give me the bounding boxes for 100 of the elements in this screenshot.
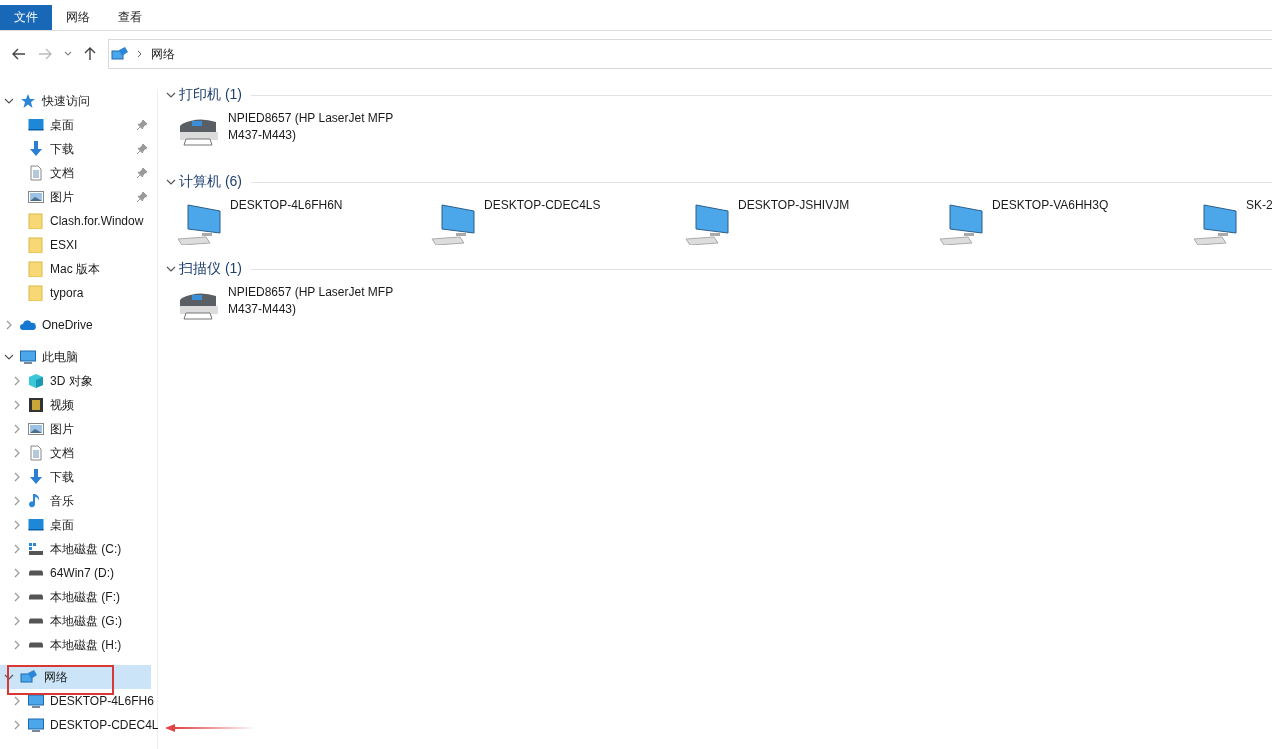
ribbon-tab[interactable]: 查看: [104, 5, 156, 30]
nav-item-label: 图片: [50, 420, 74, 438]
chevron-right-icon[interactable]: [12, 720, 22, 730]
monitor-icon: [28, 693, 44, 709]
chevron-right-icon[interactable]: [12, 448, 22, 458]
drive-icon: [28, 570, 44, 576]
network-device[interactable]: NPIED8657 (HP LaserJet MFP M437-M443): [176, 110, 430, 165]
chevron-down-icon[interactable]: [4, 672, 14, 682]
nav-item[interactable]: 桌面: [0, 113, 151, 137]
network-device[interactable]: DESKTOP-CDEC4LS: [430, 197, 684, 252]
up-arrow-icon[interactable]: [84, 47, 96, 61]
chevron-down-icon[interactable]: [166, 177, 176, 187]
computer-icon: [176, 203, 222, 245]
nav-item[interactable]: 下载: [0, 137, 151, 161]
nav-item[interactable]: 视频: [0, 393, 151, 417]
chevron-right-icon[interactable]: [12, 520, 22, 530]
nav-item[interactable]: 快速访问: [0, 89, 151, 113]
chevron-right-icon[interactable]: [12, 544, 22, 554]
network-device[interactable]: SK-2: [1192, 197, 1272, 252]
drive-icon: [28, 618, 44, 624]
nav-item[interactable]: 本地磁盘 (G:): [0, 609, 151, 633]
chevron-right-icon[interactable]: [12, 592, 22, 602]
computer-icon: [1192, 203, 1238, 245]
nav-item[interactable]: 图片: [0, 185, 151, 209]
nav-item[interactable]: 音乐: [0, 489, 151, 513]
cloud-icon: [20, 317, 36, 333]
chevron-right-icon[interactable]: [12, 640, 22, 650]
nav-item[interactable]: 文档: [0, 441, 151, 465]
nav-item-label: Mac 版本: [50, 260, 100, 278]
nav-item-label: ESXI: [50, 238, 78, 252]
chevron-right-icon[interactable]: [12, 616, 22, 626]
chevron-right-icon[interactable]: [12, 424, 22, 434]
nav-item[interactable]: 本地磁盘 (C:): [0, 537, 151, 561]
nav-item[interactable]: 下载: [0, 465, 151, 489]
nav-item[interactable]: 3D 对象: [0, 369, 151, 393]
nav-item-label: typora: [50, 286, 84, 300]
nav-item[interactable]: OneDrive: [0, 313, 151, 337]
chevron-right-icon[interactable]: [12, 376, 22, 386]
nav-item-label: 音乐: [50, 492, 74, 510]
chevron-down-icon[interactable]: [166, 264, 176, 274]
chevron-down-icon[interactable]: [64, 51, 72, 57]
pin-icon[interactable]: [137, 144, 147, 154]
chevron-down-icon[interactable]: [4, 352, 14, 362]
nav-item[interactable]: 文档: [0, 161, 151, 185]
breadcrumb[interactable]: 网络: [151, 45, 175, 63]
chevron-right-icon: [137, 50, 143, 58]
chevron-right-icon[interactable]: [12, 472, 22, 482]
network-device[interactable]: DESKTOP-JSHIVJM: [684, 197, 938, 252]
device-name: DESKTOP-CDEC4LS: [484, 197, 602, 214]
folder-icon: [28, 261, 44, 277]
nav-item[interactable]: 本地磁盘 (F:): [0, 585, 151, 609]
network-icon: [20, 669, 38, 685]
network-icon: [111, 46, 129, 62]
chevron-down-icon[interactable]: [4, 96, 14, 106]
nav-item[interactable]: Mac 版本: [0, 257, 151, 281]
folder-icon: [28, 285, 44, 301]
nav-item-label: OneDrive: [42, 318, 93, 332]
nav-item-label: 网络: [44, 668, 68, 686]
device-name: DESKTOP-4L6FH6N: [230, 197, 344, 214]
nav-item-label: 本地磁盘 (H:): [50, 636, 122, 654]
nav-item[interactable]: 64Win7 (D:): [0, 561, 151, 585]
chevron-right-icon[interactable]: [12, 496, 22, 506]
nav-item-label: 下载: [50, 468, 74, 486]
nav-item[interactable]: 本地磁盘 (H:): [0, 633, 151, 657]
chevron-right-icon[interactable]: [12, 400, 22, 410]
nav-item[interactable]: 此电脑: [0, 345, 151, 369]
chevron-down-icon[interactable]: [166, 90, 176, 100]
group-title: 打印机 (1): [179, 86, 242, 104]
network-device[interactable]: NPIED8657 (HP LaserJet MFP M437-M443): [176, 284, 430, 339]
nav-item-label: 文档: [50, 444, 74, 462]
ribbon-tab[interactable]: 网络: [52, 5, 104, 30]
ribbon-tab[interactable]: 文件: [0, 5, 52, 30]
pin-icon[interactable]: [137, 168, 147, 178]
nav-item-label: 快速访问: [42, 92, 90, 110]
network-device[interactable]: DESKTOP-4L6FH6N: [176, 197, 430, 252]
document-icon: [28, 445, 44, 461]
pin-icon[interactable]: [137, 192, 147, 202]
network-device[interactable]: DESKTOP-VA6HH3Q: [938, 197, 1192, 252]
picture-icon: [28, 189, 44, 205]
nav-item[interactable]: typora: [0, 281, 151, 305]
nav-item-label: 桌面: [50, 516, 74, 534]
chevron-right-icon[interactable]: [12, 568, 22, 578]
pin-icon[interactable]: [137, 120, 147, 130]
nav-item-label: 桌面: [50, 116, 74, 134]
nav-item-label: 视频: [50, 396, 74, 414]
nav-item[interactable]: 桌面: [0, 513, 151, 537]
device-name: NPIED8657 (HP LaserJet MFP M437-M443): [228, 284, 394, 318]
back-arrow-icon[interactable]: [12, 48, 26, 60]
nav-item[interactable]: 网络: [0, 665, 151, 689]
nav-item-label: DESKTOP-4L6FH6: [50, 694, 154, 708]
nav-item[interactable]: ESXI: [0, 233, 151, 257]
nav-item[interactable]: 图片: [0, 417, 151, 441]
chevron-right-icon[interactable]: [12, 696, 22, 706]
monitor-icon: [20, 349, 36, 365]
forward-arrow-icon[interactable]: [38, 48, 52, 60]
folder-icon: [28, 237, 44, 253]
chevron-right-icon[interactable]: [4, 320, 14, 330]
nav-item-label: 本地磁盘 (F:): [50, 588, 120, 606]
address-bar[interactable]: 网络: [108, 39, 1272, 69]
nav-item[interactable]: Clash.for.Window: [0, 209, 151, 233]
